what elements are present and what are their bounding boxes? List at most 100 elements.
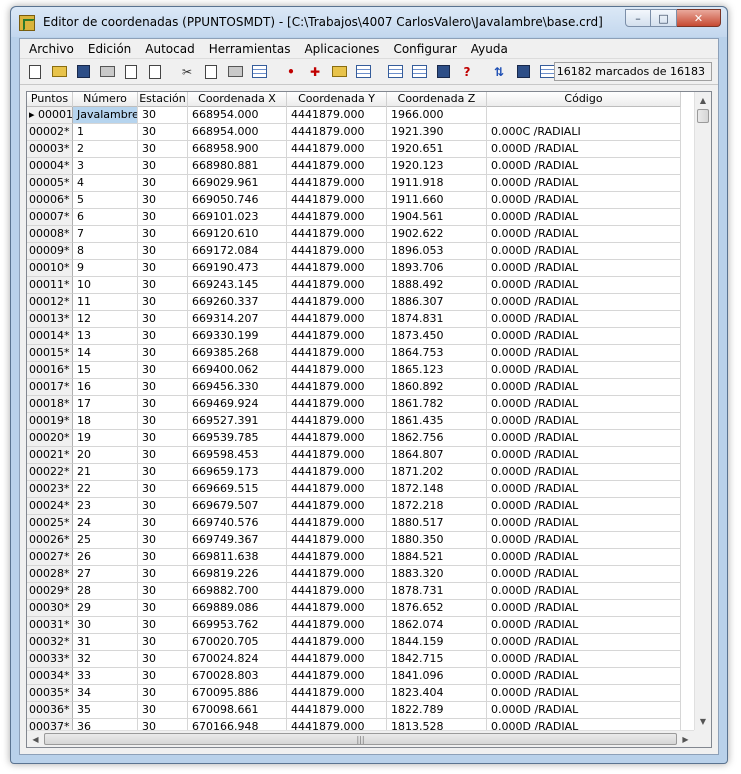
- cell-estacion[interactable]: 30: [138, 379, 188, 396]
- table-row[interactable]: 00027* 26 30 669811.638 4441879.000 1884.521 0…: [27, 549, 681, 566]
- cell-codigo[interactable]: 0.000D /RADIAL: [487, 362, 681, 379]
- table-row[interactable]: 00011* 10 30 669243.145 4441879.000 1888.492 0…: [27, 277, 681, 294]
- cell-coord-x[interactable]: 669819.226: [188, 566, 287, 583]
- cell-estacion[interactable]: 30: [138, 430, 188, 447]
- cell-puntos[interactable]: 00008*: [27, 226, 73, 243]
- table-row[interactable]: 00019* 18 30 669527.391 4441879.000 1861.435 0…: [27, 413, 681, 430]
- cell-coord-y[interactable]: 4441879.000: [287, 209, 387, 226]
- cell-numero[interactable]: 21: [73, 464, 138, 481]
- table-row[interactable]: 00023* 22 30 669669.515 4441879.000 1872.148 0…: [27, 481, 681, 498]
- column-header-puntos[interactable]: Puntos: [27, 92, 73, 107]
- cell-codigo[interactable]: 0.000D /RADIAL: [487, 668, 681, 685]
- column-header-codigo[interactable]: Código: [487, 92, 681, 107]
- cell-puntos[interactable]: 00032*: [27, 634, 73, 651]
- cell-coord-z[interactable]: 1921.390: [387, 124, 487, 141]
- cell-estacion[interactable]: 30: [138, 226, 188, 243]
- cell-coord-x[interactable]: 669469.924: [188, 396, 287, 413]
- cell-coord-y[interactable]: 4441879.000: [287, 141, 387, 158]
- table-row[interactable]: 00002* 1 30 668954.000 4441879.000 1921.390 0.…: [27, 124, 681, 141]
- cell-coord-x[interactable]: 668980.881: [188, 158, 287, 175]
- cell-puntos[interactable]: 00007*: [27, 209, 73, 226]
- cell-coord-z[interactable]: 1911.918: [387, 175, 487, 192]
- cell-numero[interactable]: 33: [73, 668, 138, 685]
- table-row[interactable]: 00016* 15 30 669400.062 4441879.000 1865.123 0…: [27, 362, 681, 379]
- cell-coord-x[interactable]: 670020.705: [188, 634, 287, 651]
- cell-coord-y[interactable]: 4441879.000: [287, 634, 387, 651]
- table-row[interactable]: 00010* 9 30 669190.473 4441879.000 1893.706 0.…: [27, 260, 681, 277]
- cell-numero[interactable]: 15: [73, 362, 138, 379]
- horizontal-scroll-thumb[interactable]: |||: [44, 733, 677, 745]
- cell-coord-y[interactable]: 4441879.000: [287, 192, 387, 209]
- cell-coord-z[interactable]: 1876.652: [387, 600, 487, 617]
- cell-codigo[interactable]: 0.000D /RADIAL: [487, 600, 681, 617]
- cell-codigo[interactable]: 0.000D /RADIAL: [487, 294, 681, 311]
- cell-estacion[interactable]: 30: [138, 702, 188, 719]
- cell-estacion[interactable]: 30: [138, 481, 188, 498]
- coordinates-grid[interactable]: Puntos Número Estación Coordenada X Coor…: [26, 91, 712, 748]
- column-header-estacion[interactable]: Estación: [138, 92, 188, 107]
- cell-estacion[interactable]: 30: [138, 328, 188, 345]
- cell-coord-z[interactable]: 1872.148: [387, 481, 487, 498]
- cell-estacion[interactable]: 30: [138, 260, 188, 277]
- cell-numero[interactable]: 8: [73, 243, 138, 260]
- cell-estacion[interactable]: 30: [138, 617, 188, 634]
- cell-coord-y[interactable]: 4441879.000: [287, 685, 387, 702]
- point-icon[interactable]: •: [282, 63, 300, 81]
- cell-coord-y[interactable]: 4441879.000: [287, 447, 387, 464]
- cell-numero[interactable]: 1: [73, 124, 138, 141]
- cell-coord-z[interactable]: 1902.622: [387, 226, 487, 243]
- cell-puntos[interactable]: 00006*: [27, 192, 73, 209]
- cell-codigo[interactable]: 0.000D /RADIAL: [487, 345, 681, 362]
- cell-codigo[interactable]: 0.000D /RADIAL: [487, 651, 681, 668]
- menu-herramientas[interactable]: Herramientas: [202, 40, 298, 58]
- cell-coord-y[interactable]: 4441879.000: [287, 532, 387, 549]
- scroll-down-arrow[interactable]: ▼: [695, 713, 711, 730]
- cell-coord-y[interactable]: 4441879.000: [287, 311, 387, 328]
- cell-estacion[interactable]: 30: [138, 583, 188, 600]
- cell-codigo[interactable]: 0.000D /RADIAL: [487, 481, 681, 498]
- cell-estacion[interactable]: 30: [138, 498, 188, 515]
- menu-archivo[interactable]: Archivo: [22, 40, 81, 58]
- cell-estacion[interactable]: 30: [138, 158, 188, 175]
- cell-puntos[interactable]: 00028*: [27, 566, 73, 583]
- horizontal-scrollbar[interactable]: ◀ ||| ▶: [27, 730, 694, 747]
- cell-codigo[interactable]: 0.000D /RADIAL: [487, 141, 681, 158]
- cell-puntos[interactable]: 00020*: [27, 430, 73, 447]
- cell-estacion[interactable]: 30: [138, 464, 188, 481]
- cell-coord-x[interactable]: 670095.886: [188, 685, 287, 702]
- cell-coord-x[interactable]: 670098.661: [188, 702, 287, 719]
- cell-numero[interactable]: 31: [73, 634, 138, 651]
- table-row[interactable]: 00007* 6 30 669101.023 4441879.000 1904.561 0.…: [27, 209, 681, 226]
- cell-numero[interactable]: 4: [73, 175, 138, 192]
- cell-coord-z[interactable]: 1888.492: [387, 277, 487, 294]
- cell-puntos[interactable]: 00031*: [27, 617, 73, 634]
- cell-coord-x[interactable]: 670024.824: [188, 651, 287, 668]
- cell-puntos[interactable]: ▸ 00001: [27, 107, 73, 124]
- cell-codigo[interactable]: 0.000D /RADIAL: [487, 447, 681, 464]
- cell-numero[interactable]: 13: [73, 328, 138, 345]
- table-row[interactable]: 00031* 30 30 669953.762 4441879.000 1862.074 0…: [27, 617, 681, 634]
- cell-puntos[interactable]: 00003*: [27, 141, 73, 158]
- table-row[interactable]: 00014* 13 30 669330.199 4441879.000 1873.450 0…: [27, 328, 681, 345]
- cell-coord-x[interactable]: 669314.207: [188, 311, 287, 328]
- cell-coord-z[interactable]: 1861.782: [387, 396, 487, 413]
- cell-numero[interactable]: 12: [73, 311, 138, 328]
- cell-coord-x[interactable]: 669190.473: [188, 260, 287, 277]
- cell-estacion[interactable]: 30: [138, 192, 188, 209]
- cell-estacion[interactable]: 30: [138, 107, 188, 124]
- cell-puntos[interactable]: 00009*: [27, 243, 73, 260]
- cell-coord-z[interactable]: 1878.731: [387, 583, 487, 600]
- cell-codigo[interactable]: 0.000D /RADIAL: [487, 617, 681, 634]
- window-icon[interactable]: [434, 63, 452, 81]
- mark-icon[interactable]: [514, 63, 532, 81]
- cell-coord-y[interactable]: 4441879.000: [287, 362, 387, 379]
- cell-estacion[interactable]: 30: [138, 294, 188, 311]
- cell-numero[interactable]: 6: [73, 209, 138, 226]
- cell-codigo[interactable]: 0.000D /RADIAL: [487, 515, 681, 532]
- cell-codigo[interactable]: 0.000D /RADIAL: [487, 209, 681, 226]
- cell-coord-x[interactable]: 669385.268: [188, 345, 287, 362]
- table-row[interactable]: 00035* 34 30 670095.886 4441879.000 1823.404 0…: [27, 685, 681, 702]
- cell-numero[interactable]: 34: [73, 685, 138, 702]
- cell-coord-y[interactable]: 4441879.000: [287, 464, 387, 481]
- cell-puntos[interactable]: 00011*: [27, 277, 73, 294]
